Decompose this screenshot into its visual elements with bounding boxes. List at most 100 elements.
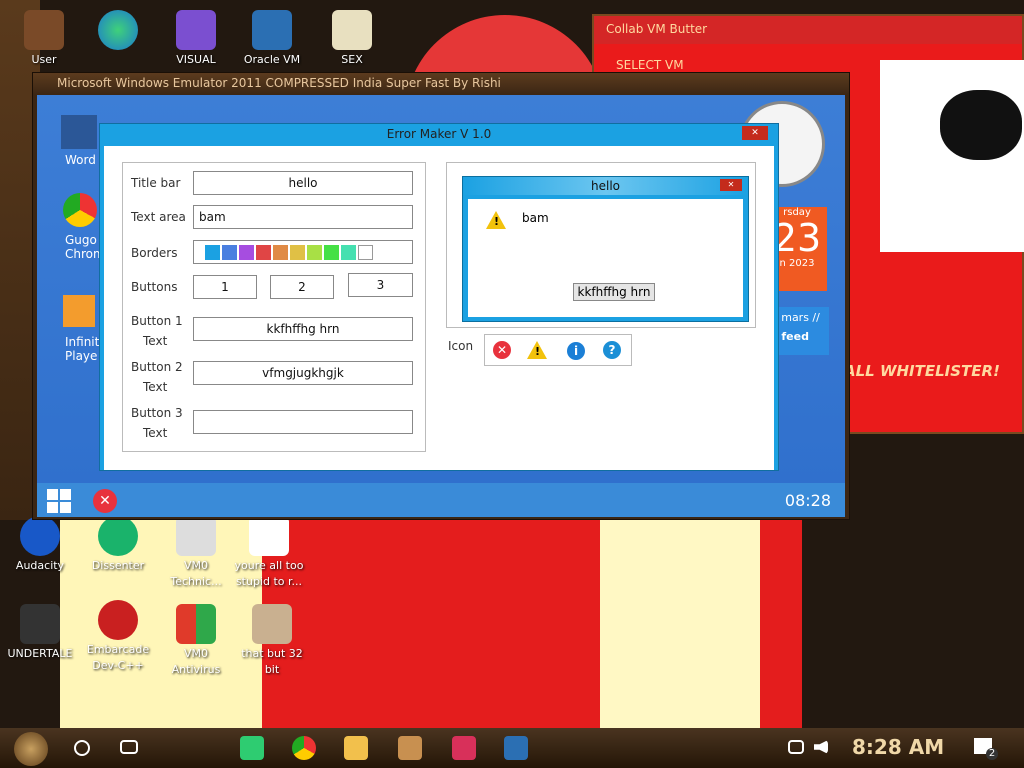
emulator-title: Microsoft Windows Emulator 2011 COMPRESS… xyxy=(33,73,849,95)
button1-label: Button 1 xyxy=(131,314,183,328)
desktop-icon-dissenter[interactable]: Dissenter xyxy=(80,516,156,574)
hxd-icon xyxy=(332,10,372,50)
network-icon[interactable] xyxy=(788,740,804,754)
buttons-count-3[interactable]: 3 xyxy=(348,273,413,297)
button2-text-input[interactable]: vfmgjugkhgjk xyxy=(193,361,413,385)
desktop-icon-label: Embarcade Dev-C++ xyxy=(86,643,150,672)
mars-link[interactable]: o mars // xyxy=(771,311,825,324)
error-app-icon[interactable]: ✕ xyxy=(93,489,117,513)
devcpp-icon xyxy=(98,600,138,640)
emulator-clock: 08:28 xyxy=(784,491,831,510)
button1-text-input[interactable]: kkfhffhg hrn xyxy=(193,317,413,341)
task-view-icon[interactable] xyxy=(120,740,138,754)
text-area-input[interactable]: bam xyxy=(193,205,413,229)
border-color-swatch[interactable] xyxy=(239,245,254,260)
desktop-icon-label: User xyxy=(31,53,57,66)
desktop-icon-audacity[interactable]: Audacity xyxy=(2,516,78,574)
taskbar-vm-icon[interactable] xyxy=(452,736,476,760)
desktop-icon-visual[interactable]: VISUAL xyxy=(158,10,234,68)
chrome-icon[interactable] xyxy=(63,193,97,227)
settings-panel: Title bar hello Text area bam Borders Bu… xyxy=(122,162,426,452)
dialog-title: Error Maker V 1.0 xyxy=(386,127,492,141)
icon-picker: ✕ ! i ? xyxy=(484,334,632,366)
button2-text-label: Text xyxy=(143,380,168,394)
error-icon[interactable]: ✕ xyxy=(493,341,511,359)
border-color-swatch[interactable] xyxy=(324,245,339,260)
emulated-desktop: Word Gugo Chromi Infinit Playe rsday 23 … xyxy=(37,95,845,517)
desktop-icon-label: SEX xyxy=(341,53,363,66)
desktop-icon-vm0-technic[interactable]: VM0 Technic... xyxy=(158,516,234,590)
warning-icon[interactable]: ! xyxy=(527,341,547,359)
virtualbox-icon xyxy=(252,10,292,50)
media-player-icon[interactable] xyxy=(63,295,95,327)
preview-button[interactable]: kkfhffhg hrn xyxy=(573,283,655,301)
border-color-swatch[interactable] xyxy=(341,245,356,260)
border-color-swatch[interactable] xyxy=(205,245,220,260)
taskbar-chrome-icon[interactable] xyxy=(292,736,316,760)
buttons-label: Buttons xyxy=(131,280,178,294)
side-item-word[interactable]: Word xyxy=(65,153,96,167)
desktop-icon-label: Dissenter xyxy=(91,559,145,572)
buttons-count-2[interactable]: 2 xyxy=(270,275,334,299)
desktop-icon-label: VM0 Technic... xyxy=(170,559,222,588)
button2-label: Button 2 xyxy=(131,360,183,374)
desktop-icon-user[interactable]: User xyxy=(6,10,82,68)
visual-studio-icon xyxy=(176,10,216,50)
desktop-icon-edge[interactable] xyxy=(80,10,156,52)
border-color-swatch[interactable] xyxy=(290,245,305,260)
button1-text-label: Text xyxy=(143,334,168,348)
desktop-icon-oracle[interactable]: Oracle VM xyxy=(234,10,310,68)
desktop-icon-sex[interactable]: SEX xyxy=(314,10,390,68)
audacity-icon xyxy=(20,516,60,556)
start-button[interactable] xyxy=(14,732,48,766)
desktop-icon-undertale[interactable]: UNDERTALE xyxy=(2,604,78,662)
desktop-icon-stupid[interactable]: youre all too stupid to r... xyxy=(230,516,308,590)
border-color-picker xyxy=(193,240,413,264)
button3-text-label: Text xyxy=(143,426,168,440)
windows-logo-icon[interactable] xyxy=(47,489,71,513)
taskbar-virtualbox-icon[interactable] xyxy=(504,736,528,760)
desktop-icon-label: that but 32 bit xyxy=(241,647,303,676)
whitelist-text: ALL WHITELISTER! xyxy=(844,362,1000,380)
taskbar-folder-icon[interactable] xyxy=(344,736,368,760)
taskbar-app-icon[interactable] xyxy=(398,736,422,760)
dialog-body: Title bar hello Text area bam Borders Bu… xyxy=(104,146,774,470)
border-color-swatch[interactable] xyxy=(273,245,288,260)
desktop-icon-label: UNDERTALE xyxy=(7,647,73,660)
button3-label: Button 3 xyxy=(131,406,183,420)
emulator-window: Microsoft Windows Emulator 2011 COMPRESS… xyxy=(32,72,850,520)
word-icon[interactable] xyxy=(61,115,97,149)
vm0-icon xyxy=(176,516,216,556)
buttons-count-1[interactable]: 1 xyxy=(193,275,257,299)
feed-link[interactable]: s feed xyxy=(771,330,825,343)
border-color-swatch[interactable] xyxy=(222,245,237,260)
desktop-icon-antivirus[interactable]: VM0 Antivirus xyxy=(158,604,234,678)
border-color-swatch[interactable] xyxy=(256,245,271,260)
preview-window: hello ✕ ! bam kkfhffhg hrn xyxy=(462,176,749,322)
collab-title: Collab VM Butter xyxy=(594,16,1022,44)
volume-muted-icon[interactable] xyxy=(814,740,828,754)
close-button[interactable]: ✕ xyxy=(742,126,768,140)
desktop-icon-label: Oracle VM xyxy=(243,53,301,66)
border-color-swatch[interactable] xyxy=(358,245,373,260)
desktop-icon-devcpp[interactable]: Embarcade Dev-C++ xyxy=(80,600,156,674)
user-folder-icon xyxy=(24,10,64,50)
preview-warning-icon: ! xyxy=(486,211,506,229)
title-bar-input[interactable]: hello xyxy=(193,171,413,195)
question-icon[interactable]: ? xyxy=(603,341,621,359)
select-vm-label[interactable]: SELECT VM xyxy=(616,58,684,72)
desktop-icon-label: Audacity xyxy=(15,559,65,572)
info-icon[interactable]: i xyxy=(567,342,585,360)
system-clock[interactable]: 8:28 AM xyxy=(852,735,944,759)
border-color-swatch[interactable] xyxy=(307,245,322,260)
preview-message: bam xyxy=(522,211,549,225)
button3-text-input[interactable] xyxy=(193,410,413,434)
main-taskbar: 8:28 AM 2 xyxy=(0,728,1024,768)
text-area-label: Text area xyxy=(131,210,186,224)
taskbar-notes-icon[interactable] xyxy=(240,736,264,760)
desktop-icon-32bit[interactable]: that but 32 bit xyxy=(234,604,310,678)
shield-icon xyxy=(176,604,216,644)
preview-title: hello xyxy=(463,177,748,195)
icon-label: Icon xyxy=(448,339,474,353)
search-circle-icon[interactable] xyxy=(74,740,90,756)
